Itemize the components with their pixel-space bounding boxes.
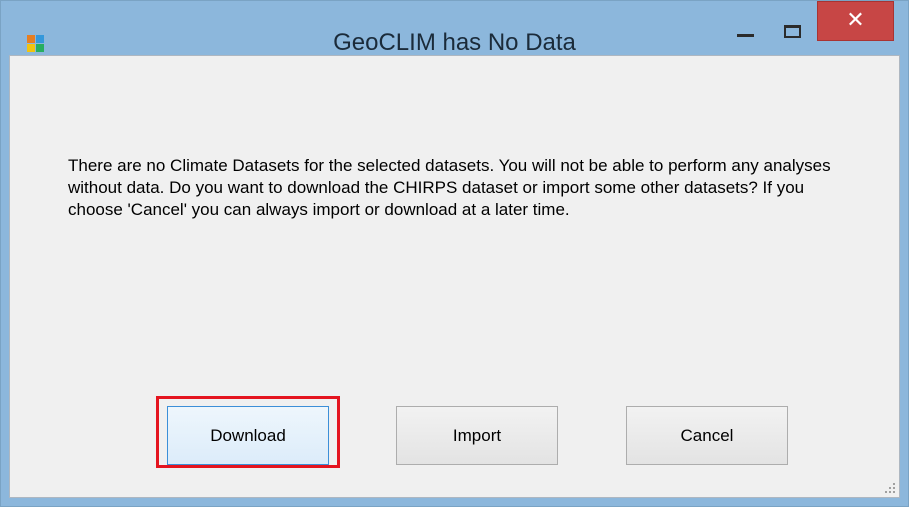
minimize-icon xyxy=(737,34,754,37)
dialog-window: GeoCLIM has No Data ✕ There are no Clima… xyxy=(0,0,909,507)
close-button[interactable]: ✕ xyxy=(817,1,894,41)
import-button[interactable]: Import xyxy=(396,406,558,465)
title-bar[interactable]: GeoCLIM has No Data ✕ xyxy=(1,1,908,56)
cancel-button[interactable]: Cancel xyxy=(626,406,788,465)
minimize-button[interactable] xyxy=(723,1,769,39)
download-button[interactable]: Download xyxy=(167,406,329,465)
close-icon: ✕ xyxy=(846,8,865,33)
maximize-icon xyxy=(784,25,801,38)
resize-grip-icon[interactable] xyxy=(884,482,896,494)
maximize-button[interactable] xyxy=(769,1,815,39)
dialog-message: There are no Climate Datasets for the se… xyxy=(68,156,831,219)
